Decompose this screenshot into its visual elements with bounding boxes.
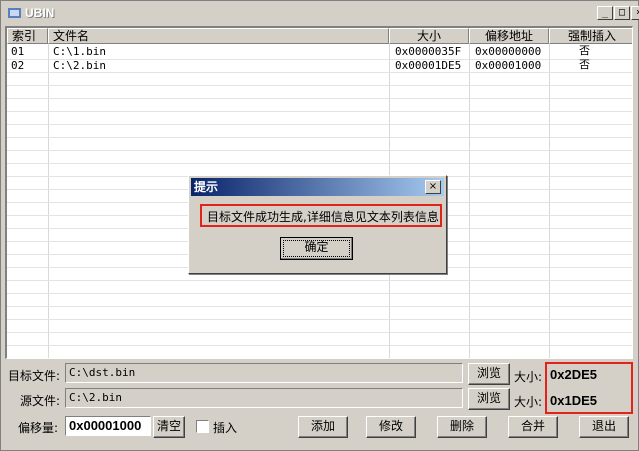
row-divider bbox=[7, 150, 632, 151]
row-divider bbox=[7, 345, 632, 346]
row-divider bbox=[7, 332, 632, 333]
row-force-insert: 否 bbox=[579, 58, 590, 71]
row-divider bbox=[7, 306, 632, 307]
target-size-label: 大小: bbox=[514, 370, 543, 384]
ok-button[interactable]: 确定 bbox=[280, 237, 353, 260]
column-divider bbox=[549, 44, 550, 358]
merge-button[interactable]: 合并 bbox=[508, 416, 558, 438]
target-file-label: 目标文件: bbox=[8, 369, 61, 383]
row-divider bbox=[7, 319, 632, 320]
source-file-field[interactable]: C:\2.bin bbox=[65, 388, 463, 408]
column-header-offset[interactable]: 偏移地址 bbox=[469, 28, 549, 44]
row-divider bbox=[7, 280, 632, 281]
row-divider bbox=[7, 111, 632, 112]
dialog-close-button[interactable]: × bbox=[425, 180, 441, 194]
browse-target-button[interactable]: 浏览 bbox=[468, 363, 510, 385]
column-divider bbox=[48, 44, 49, 358]
row-index: 02 bbox=[11, 59, 25, 72]
message-highlight-box: 目标文件成功生成,详细信息见文本列表信息 bbox=[200, 204, 442, 227]
column-header-force-insert[interactable]: 强制插入 bbox=[549, 28, 632, 44]
row-divider bbox=[7, 137, 632, 138]
row-size: 0x00001DE5 bbox=[395, 59, 462, 72]
window-title: UBIN bbox=[25, 6, 55, 20]
dialog-title: 提示 bbox=[194, 180, 219, 194]
source-file-label: 源文件: bbox=[20, 394, 61, 408]
row-divider bbox=[7, 293, 632, 294]
row-offset: 0x00000000 bbox=[475, 45, 542, 58]
delete-button[interactable]: 删除 bbox=[437, 416, 487, 438]
column-divider bbox=[469, 44, 470, 358]
modify-button[interactable]: 修改 bbox=[366, 416, 416, 438]
row-divider bbox=[7, 72, 632, 73]
row-divider bbox=[7, 124, 632, 125]
row-filename: C:\1.bin bbox=[53, 45, 106, 58]
insert-checkbox[interactable] bbox=[196, 420, 209, 433]
column-header-size[interactable]: 大小 bbox=[389, 28, 469, 44]
minimize-button[interactable]: _ bbox=[597, 6, 613, 20]
row-filename: C:\2.bin bbox=[53, 59, 106, 72]
size-highlight-box bbox=[545, 362, 633, 414]
row-divider bbox=[7, 163, 632, 164]
title-bar[interactable]: UBIN _ □ × bbox=[3, 3, 639, 23]
row-divider bbox=[7, 85, 632, 86]
row-index: 01 bbox=[11, 45, 25, 58]
add-button[interactable]: 添加 bbox=[298, 416, 348, 438]
dialog-message: 目标文件成功生成,详细信息见文本列表信息 bbox=[207, 210, 439, 224]
offset-input[interactable]: 0x00001000 bbox=[65, 416, 151, 436]
target-file-field[interactable]: C:\dst.bin bbox=[65, 363, 463, 383]
row-size: 0x0000035F bbox=[395, 45, 462, 58]
column-header-filename[interactable]: 文件名 bbox=[48, 28, 389, 44]
row-divider bbox=[7, 98, 632, 99]
source-size-label: 大小: bbox=[514, 395, 543, 409]
exit-button[interactable]: 退出 bbox=[579, 416, 629, 438]
app-icon bbox=[8, 8, 21, 18]
main-window: UBIN _ □ × 索引 文件名 大小 偏移地址 强制插入 bbox=[0, 0, 639, 451]
row-offset: 0x00001000 bbox=[475, 59, 542, 72]
close-button[interactable]: × bbox=[631, 6, 639, 20]
offset-label: 偏移量: bbox=[18, 421, 59, 435]
row-force-insert: 否 bbox=[579, 44, 590, 57]
clear-button[interactable]: 清空 bbox=[153, 416, 185, 438]
insert-checkbox-label: 插入 bbox=[213, 421, 238, 435]
message-dialog: 提示 × 目标文件成功生成,详细信息见文本列表信息 确定 bbox=[188, 175, 447, 274]
browse-source-button[interactable]: 浏览 bbox=[468, 388, 510, 410]
dialog-title-bar[interactable]: 提示 × bbox=[191, 178, 444, 196]
column-header-index[interactable]: 索引 bbox=[7, 28, 48, 44]
maximize-button[interactable]: □ bbox=[614, 6, 630, 20]
